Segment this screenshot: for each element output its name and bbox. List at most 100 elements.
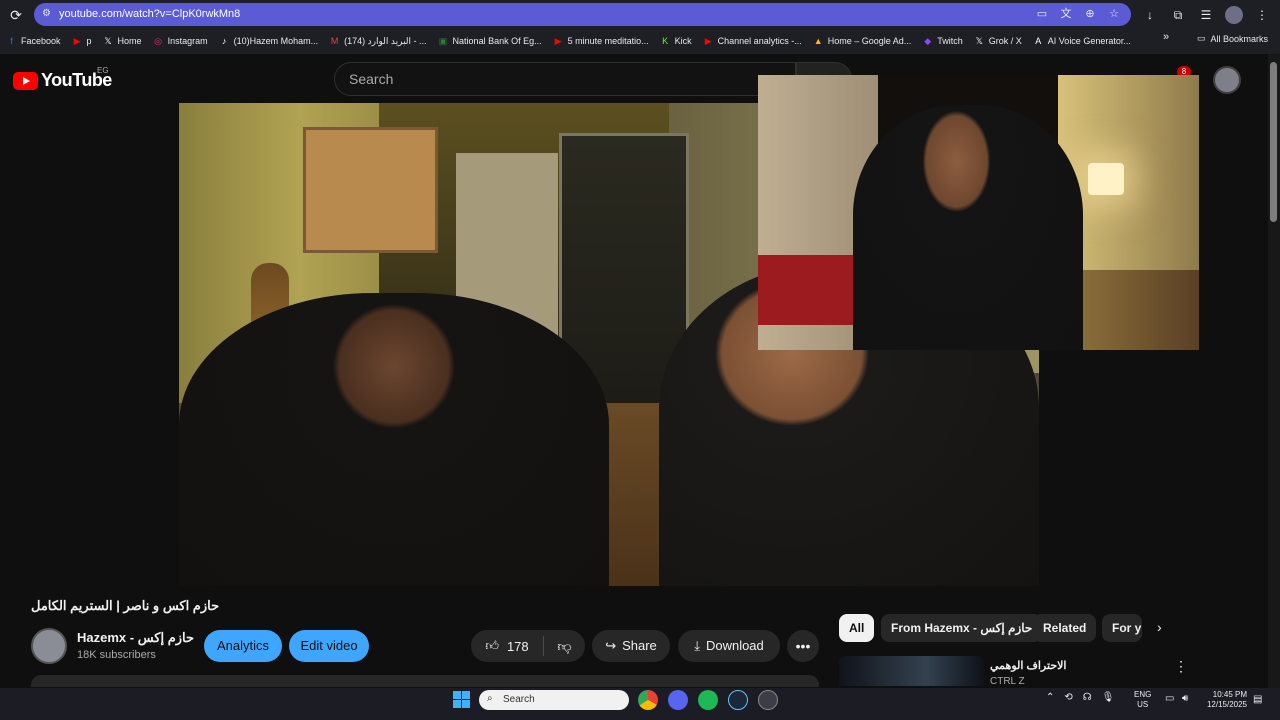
bookmark-label: 5 minute meditatio...: [567, 36, 649, 46]
bookmark-item[interactable]: ▶ 5 minute meditatio...: [553, 36, 649, 47]
bookmark-label: Home – Google Ad...: [827, 36, 912, 46]
x-icon: 𝕏: [104, 35, 112, 46]
related-video-channel: CTRL Z: [990, 676, 1025, 687]
bookmark-item[interactable]: f Facebook: [6, 36, 61, 47]
bookmark-item[interactable]: ▶ Channel analytics -...: [703, 36, 802, 47]
kebab-menu-icon[interactable]: ⋮: [1174, 658, 1188, 675]
translate-icon[interactable]: 文: [1059, 7, 1073, 21]
language-indicator[interactable]: ENG US: [1134, 690, 1151, 710]
zoom-icon[interactable]: ⊕: [1083, 7, 1097, 21]
spotify-app-icon[interactable]: [698, 690, 718, 710]
bookmark-item[interactable]: ▣ National Bank Of Eg...: [438, 36, 542, 47]
notification-center-icon[interactable]: ▤: [1253, 694, 1262, 705]
dislike-button[interactable]: 👎︎: [544, 630, 585, 662]
bookmark-label: (174) البريد الوارد - ...: [344, 35, 427, 46]
network-icon[interactable]: ▭: [1165, 693, 1174, 704]
webcam-scene-red-cushion: [758, 255, 863, 325]
gmail-icon: M: [330, 35, 339, 46]
scrollbar-thumb[interactable]: [1270, 62, 1277, 222]
headset-icon[interactable]: ☊: [1083, 692, 1092, 703]
account-avatar[interactable]: [1213, 66, 1241, 94]
edit-video-button[interactable]: Edit video: [289, 630, 369, 662]
bookmark-label: National Bank Of Eg...: [452, 36, 542, 46]
omnibox-actions: ▭ 文 ⊕ ☆: [1035, 7, 1121, 21]
reload-icon[interactable]: ⟳: [8, 7, 24, 23]
video-title: حازم اكس و ناصر | الستريم الكامل: [31, 598, 220, 613]
keyboard-layout: US: [1137, 700, 1149, 709]
all-bookmarks-button[interactable]: ▭ All Bookmarks: [1197, 33, 1268, 44]
google-ads-icon: ▲: [813, 35, 823, 46]
download-arrow-icon[interactable]: ↓: [1141, 6, 1159, 24]
site-info-icon[interactable]: ⚙: [42, 7, 56, 21]
video-scene-person-left: [179, 293, 609, 586]
bookmark-item[interactable]: A AI Voice Generator...: [1033, 36, 1131, 47]
channel-avatar[interactable]: [31, 628, 67, 664]
clock-time: 10:45 PM: [1212, 690, 1247, 699]
bookmark-item[interactable]: ♪ (10)Hazem Moham...: [219, 35, 319, 47]
share-label: Share: [622, 638, 657, 653]
windows-start-icon[interactable]: [453, 691, 470, 708]
twitch-icon: ◆: [924, 35, 932, 46]
bank-icon: ▣: [438, 35, 448, 46]
bookmark-item[interactable]: ▶ p: [72, 36, 92, 47]
channel-name[interactable]: Hazemx - حازم إكس: [77, 630, 194, 646]
discord-app-icon[interactable]: [668, 690, 688, 710]
like-button[interactable]: 👍︎ 178: [471, 630, 543, 662]
chip-for-you[interactable]: For y: [1102, 614, 1142, 642]
reading-list-icon[interactable]: ☰: [1197, 6, 1215, 24]
analytics-button[interactable]: Analytics: [204, 630, 282, 662]
chip-from-channel[interactable]: From Hazemx - حازم إكس: [881, 614, 1043, 642]
bookmarks-overflow-icon[interactable]: »: [1163, 31, 1169, 43]
bookmark-item[interactable]: M (174) البريد الوارد - ...: [329, 35, 427, 47]
bookmark-label: p: [86, 36, 92, 46]
taskbar-search-input[interactable]: Search: [479, 690, 629, 710]
address-bar[interactable]: ⚙ youtube.com/watch?v=ClpK0rwkMn8 ▭ 文 ⊕ …: [34, 3, 1131, 26]
chrome-app-icon[interactable]: [638, 690, 658, 710]
extensions-icon[interactable]: ⧉: [1169, 6, 1187, 24]
chip-all[interactable]: All: [839, 614, 875, 642]
browser-toolbar: ↓ ⧉ ☰ ⋮: [1141, 6, 1271, 24]
browser-chrome: ⟳ ⚙ youtube.com/watch?v=ClpK0rwkMn8 ▭ 文 …: [0, 0, 1280, 54]
subscriber-count: 18K subscribers: [77, 649, 156, 661]
microphone-icon[interactable]: 🎙︎: [1102, 692, 1115, 703]
share-arrow-icon: ↪: [605, 638, 617, 653]
bookmark-item[interactable]: K Kick: [660, 36, 692, 47]
description-box[interactable]: [31, 675, 819, 687]
bookmark-item[interactable]: ▲ Home – Google Ad...: [813, 36, 912, 47]
youtube-play-icon: [13, 71, 38, 90]
obs-app-icon[interactable]: [758, 690, 778, 710]
system-clock[interactable]: 10:45 PM 12/15/2025: [1203, 690, 1247, 710]
search-input[interactable]: Search: [334, 62, 796, 96]
browser-menu-icon[interactable]: ⋮: [1253, 6, 1271, 24]
bookmark-item[interactable]: 𝕏 Grok / X: [974, 36, 1022, 47]
chevron-right-icon[interactable]: ›: [1157, 619, 1162, 635]
system-tray: ⌃ ⟲ ☊ 🎙︎: [1046, 692, 1114, 703]
download-button[interactable]: ⤓ Download: [678, 630, 780, 662]
thumbs-up-icon: 👍︎: [485, 638, 499, 653]
related-video-thumbnail[interactable]: [839, 656, 984, 686]
sync-icon[interactable]: ⟲: [1064, 692, 1072, 703]
folder-icon: ▭: [1197, 33, 1206, 43]
webcam-scene-lamp: [1088, 163, 1124, 195]
webcam-scene-person: [853, 105, 1083, 350]
chevron-up-icon[interactable]: ⌃: [1046, 692, 1054, 703]
youtube-icon: ▶: [73, 35, 81, 46]
download-label: Download: [705, 638, 764, 653]
steam-app-icon[interactable]: [728, 690, 748, 710]
bookmark-item[interactable]: ◎ Instagram: [153, 35, 207, 47]
cast-icon[interactable]: ▭: [1035, 7, 1049, 21]
volume-icon[interactable]: 🔊︎: [1182, 693, 1188, 704]
bookmark-label: (10)Hazem Moham...: [233, 36, 319, 46]
bookmark-label: Facebook: [21, 36, 61, 46]
bookmark-item[interactable]: 𝕏 Home: [103, 35, 141, 47]
share-button[interactable]: ↪ Share: [592, 630, 670, 662]
chip-related[interactable]: Related: [1033, 614, 1097, 642]
profile-avatar[interactable]: [1225, 6, 1243, 24]
bookmark-star-icon[interactable]: ☆: [1107, 7, 1121, 21]
instagram-icon: ◎: [154, 35, 162, 46]
related-video-title[interactable]: الاحتراف الوهمي: [990, 659, 1066, 672]
youtube-icon: ▶: [704, 35, 712, 46]
bookmark-item[interactable]: ◆ Twitch: [922, 35, 962, 47]
more-actions-button[interactable]: •••: [787, 630, 819, 662]
tiktok-icon: ♪: [221, 35, 227, 46]
